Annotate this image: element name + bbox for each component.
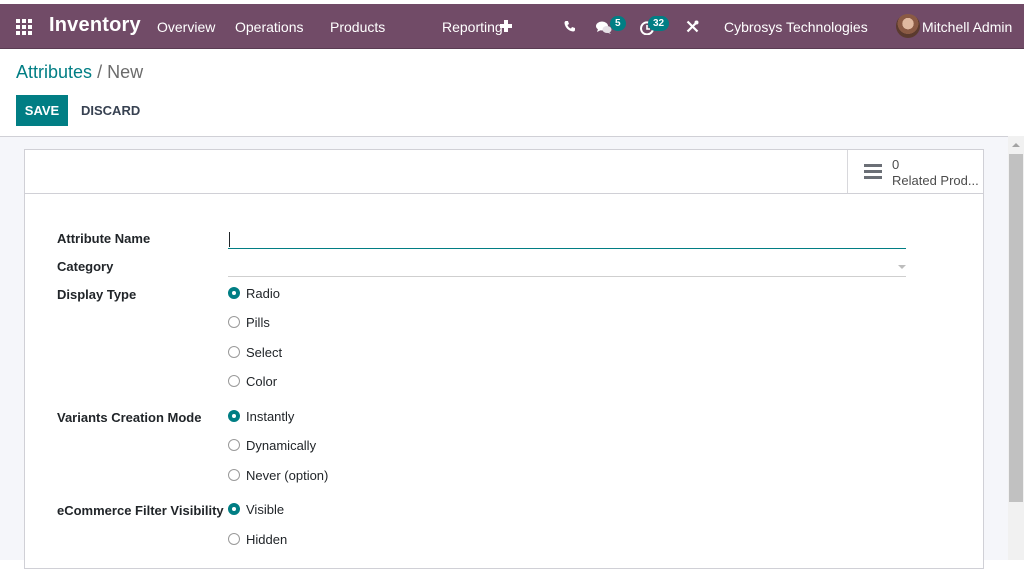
breadcrumb-separator: /	[97, 62, 103, 82]
variants-mode-radio-never[interactable]: Never (option)	[228, 466, 328, 484]
phone-icon[interactable]	[564, 20, 576, 32]
category-label: Category	[57, 259, 114, 274]
menu-reporting[interactable]: Reporting	[442, 19, 503, 35]
company-switcher[interactable]: Cybrosys Technologies	[724, 19, 868, 35]
attribute-name-input[interactable]	[228, 227, 906, 249]
form-sheet: 0 Related Prod... Attribute Name Categor…	[24, 149, 984, 569]
menu-operations[interactable]: Operations	[235, 19, 303, 35]
radio-option-label: Instantly	[246, 408, 295, 424]
category-select[interactable]	[228, 255, 906, 277]
radio-unchecked-icon	[228, 533, 240, 545]
app-name[interactable]: Inventory	[49, 14, 141, 37]
radio-unchecked-icon	[228, 346, 240, 358]
radio-option-label: Hidden	[246, 531, 288, 547]
messages-count-badge: 5	[610, 16, 626, 31]
variants-creation-mode-label: Variants Creation Mode	[57, 410, 202, 425]
messages-button[interactable]: 5	[596, 16, 626, 37]
radio-option-label: Radio	[246, 285, 280, 301]
radio-checked-icon	[228, 287, 240, 299]
apps-grid-icon[interactable]	[16, 19, 32, 35]
display-type-radio-color[interactable]: Color	[228, 372, 277, 390]
ecommerce-filter-visibility-label: eCommerce Filter Visibility	[57, 503, 224, 518]
radio-unchecked-icon	[228, 439, 240, 451]
activities-button[interactable]: 32	[640, 16, 676, 37]
scroll-up-arrow-icon[interactable]	[1012, 143, 1020, 147]
attribute-name-label: Attribute Name	[57, 231, 151, 246]
activities-count-badge: 32	[648, 16, 670, 31]
tools-icon[interactable]	[686, 20, 699, 33]
radio-unchecked-icon	[228, 469, 240, 481]
display-type-label: Display Type	[57, 287, 137, 302]
breadcrumb-current: New	[107, 62, 144, 82]
main-navbar: Inventory Overview Operations Products R…	[0, 4, 1024, 49]
menu-products[interactable]: Products	[330, 19, 385, 35]
ecommerce-visibility-radio-hidden[interactable]: Hidden	[228, 530, 287, 548]
ecommerce-visibility-radio-visible[interactable]: Visible	[228, 500, 284, 518]
display-type-radio-radio[interactable]: Radio	[228, 284, 280, 302]
list-icon	[864, 164, 882, 180]
vertical-scrollbar[interactable]	[1008, 136, 1024, 560]
menu-overview[interactable]: Overview	[157, 19, 215, 35]
text-cursor	[229, 232, 230, 247]
radio-option-label: Dynamically	[246, 437, 317, 453]
discard-button[interactable]: DISCARD	[74, 95, 147, 126]
variants-mode-radio-instantly[interactable]: Instantly	[228, 407, 294, 425]
related-products-label: Related Prod...	[892, 173, 979, 188]
related-products-count: 0	[892, 157, 900, 172]
radio-option-label: Never (option)	[246, 467, 329, 483]
radio-checked-icon	[228, 410, 240, 422]
scroll-thumb[interactable]	[1009, 154, 1023, 502]
radio-option-label: Color	[246, 373, 278, 389]
radio-option-label: Pills	[246, 314, 270, 330]
button-box: 0 Related Prod...	[25, 150, 983, 194]
display-type-radio-pills[interactable]: Pills	[228, 313, 270, 331]
radio-unchecked-icon	[228, 375, 240, 387]
radio-option-label: Select	[246, 344, 283, 360]
user-avatar[interactable]	[896, 14, 920, 38]
variants-mode-radio-dynamically[interactable]: Dynamically	[228, 436, 316, 454]
related-products-button[interactable]: 0 Related Prod...	[847, 150, 983, 193]
breadcrumb: Attributes / New	[16, 62, 143, 83]
radio-checked-icon	[228, 503, 240, 515]
display-type-radio-select[interactable]: Select	[228, 343, 282, 361]
user-menu[interactable]: Mitchell Admin	[922, 19, 1012, 35]
radio-unchecked-icon	[228, 316, 240, 328]
save-button[interactable]: SAVE	[16, 95, 68, 126]
chevron-down-icon	[898, 265, 906, 269]
breadcrumb-attributes[interactable]: Attributes	[16, 62, 92, 82]
radio-option-label: Visible	[246, 501, 285, 517]
plus-icon[interactable]	[500, 20, 512, 32]
